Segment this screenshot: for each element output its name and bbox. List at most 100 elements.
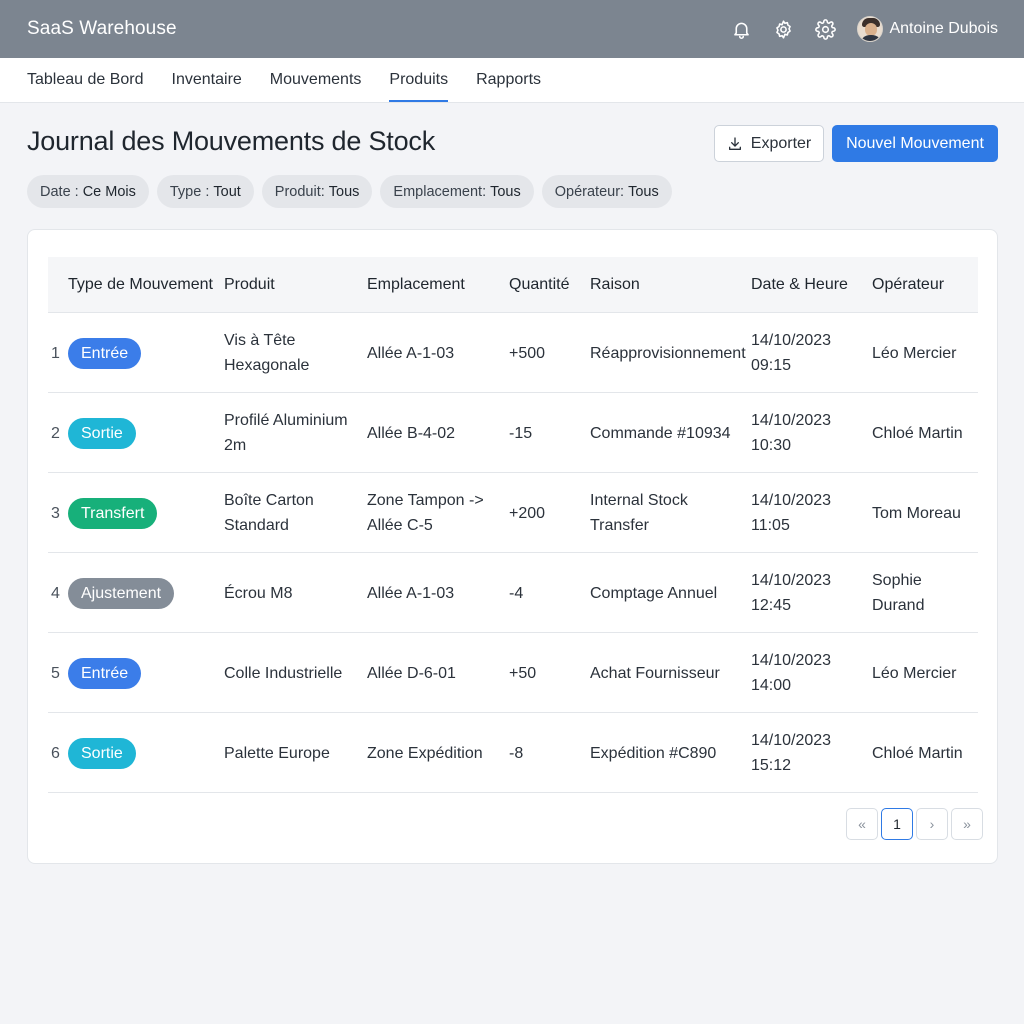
time-text: 12:45 [751,597,792,614]
operator-cell: Chloé Martin [872,713,972,793]
filter-operateur[interactable]: Opérateur: Tous [541,175,672,208]
operator-cell-text: Tom Moreau [872,504,961,522]
operator-cell: Chloé Martin [872,393,972,473]
row-number-text: 1 [51,344,60,362]
reason-cell: Internal Stock Transfer [590,473,748,553]
quantity-cell: -15 [509,393,532,473]
datetime-cell: 14/10/2023 12:45 [751,553,861,633]
quantity-cell-text: +500 [509,344,546,362]
product-cell: Écrou M8 [224,553,359,633]
row-number: 3 [51,473,60,553]
type-badge: Entrée [68,313,142,393]
reason-cell: Achat Fournisseur [590,633,748,713]
col-header-raison[interactable]: Raison [590,257,640,313]
col-header-type[interactable]: Type de Mouvement [68,257,213,313]
reason-cell: Commande #10934 [590,393,748,473]
location-cell: Allée A-1-03 [367,553,502,633]
location-cell: Zone Tampon -> Allée C-5 [367,473,502,553]
cog-icon[interactable] [814,18,836,40]
table-row[interactable]: 2 Sortie Profilé Aluminium 2m Allée B-4-02 -… [48,393,978,473]
table-row[interactable]: 6 Sortie Palette Europe Zone Expédition -8 Ex… [48,713,978,793]
date-text: 14/10/2023 [751,332,832,349]
date-text: 14/10/2023 [751,492,832,509]
settings-gear-icon[interactable] [772,18,794,40]
bell-icon[interactable] [730,18,752,40]
reason-cell: Comptage Annuel [590,553,748,633]
table-header: Type de Mouvement Produit Emplacement Qu… [48,257,978,313]
export-button[interactable]: Exporter [714,125,824,162]
col-header-operateur[interactable]: Opérateur [872,257,944,313]
col-header-quantite[interactable]: Quantité [509,257,569,313]
col-header-date[interactable]: Date & Heure [751,257,848,313]
reason-cell-text: Internal Stock Transfer [590,492,688,534]
app-brand[interactable]: SaaS Warehouse [27,18,177,40]
movement-type-badge: Entrée [68,337,142,369]
reason-cell-text: Commande #10934 [590,424,731,442]
download-icon [728,136,741,150]
time-text: 15:12 [751,757,792,774]
filter-emplacement[interactable]: Emplacement: Tous [380,175,534,208]
col-header-emplacement[interactable]: Emplacement [367,257,465,313]
movement-type-badge: Entrée [68,657,142,689]
table-row[interactable]: 3 Transfert Boîte Carton Standard Zone Tamp… [48,473,978,553]
table-row[interactable]: 5 Entrée Colle Industrielle Allée D-6-01 +50… [48,633,978,713]
avatar [857,16,884,42]
top-bar-actions: Antoine Dubois [710,16,998,42]
pagination-last[interactable]: » [951,808,983,840]
pagination-first[interactable]: « [846,808,878,840]
product-cell: Palette Europe [224,713,359,793]
row-number: 4 [51,553,60,633]
quantity-cell-text: +50 [509,664,537,682]
row-number-text: 6 [51,744,60,762]
operator-cell-text: Léo Mercier [872,664,957,682]
quantity-cell: +50 [509,633,536,713]
product-cell-text: Vis à Tête Hexagonale [224,332,310,374]
pagination: « 1 › » [843,808,983,840]
type-badge: Ajustement [68,553,175,633]
reason-cell: Réapprovisionnement [590,313,748,393]
main-nav: Tableau de Bord Inventaire Mouvements Pr… [0,58,1024,103]
datetime-cell: 14/10/2023 15:12 [751,713,861,793]
nav-mouvements[interactable]: Mouvements [270,57,362,102]
pagination-page-1[interactable]: 1 [881,808,913,840]
nav-produits[interactable]: Produits [389,57,448,102]
datetime-cell: 14/10/2023 10:30 [751,393,861,473]
row-number-text: 5 [51,664,60,682]
date-text: 14/10/2023 [751,412,832,429]
operator-cell: Tom Moreau [872,473,972,553]
pagination-next[interactable]: › [916,808,948,840]
row-number-text: 2 [51,424,60,442]
row-number-text: 4 [51,584,60,602]
time-text: 14:00 [751,677,792,694]
user-menu[interactable]: Antoine Dubois [857,16,998,42]
operator-cell-text: Chloé Martin [872,744,963,762]
date-text: 14/10/2023 [751,732,832,749]
col-header-produit[interactable]: Produit [224,257,275,313]
filter-date[interactable]: Date : Ce Mois [27,175,149,208]
movement-type-badge: Sortie [68,737,136,769]
filter-type[interactable]: Type : Tout [156,175,254,208]
product-cell-text: Profilé Aluminium 2m [224,412,348,454]
location-cell-text: Zone Tampon -> Allée C-5 [367,492,484,534]
nav-tableau-de-bord[interactable]: Tableau de Bord [27,57,144,102]
table-row[interactable]: 1 Entrée Vis à Tête Hexagonale Allée A-1-03… [48,313,978,393]
location-cell-text: Allée B-4-02 [367,424,456,442]
row-number: 1 [51,313,60,393]
movement-type-badge: Transfert [68,497,158,529]
row-number: 2 [51,393,60,473]
row-number: 5 [51,633,60,713]
product-cell: Profilé Aluminium 2m [224,393,359,473]
filter-produit[interactable]: Produit: Tous [261,175,373,208]
time-text: 11:05 [751,517,790,534]
nav-inventaire[interactable]: Inventaire [172,57,242,102]
location-cell-text: Allée A-1-03 [367,344,455,362]
datetime-cell: 14/10/2023 11:05 [751,473,861,553]
type-badge: Sortie [68,393,136,473]
product-cell: Boîte Carton Standard [224,473,359,553]
quantity-cell: +500 [509,313,545,393]
table-row[interactable]: 4 Ajustement Écrou M8 Allée A-1-03 -4 Comptag… [48,553,978,633]
nav-rapports[interactable]: Rapports [476,57,541,102]
quantity-cell: -8 [509,713,523,793]
new-movement-button[interactable]: Nouvel Mouvement [832,125,998,162]
type-badge: Entrée [68,633,142,713]
